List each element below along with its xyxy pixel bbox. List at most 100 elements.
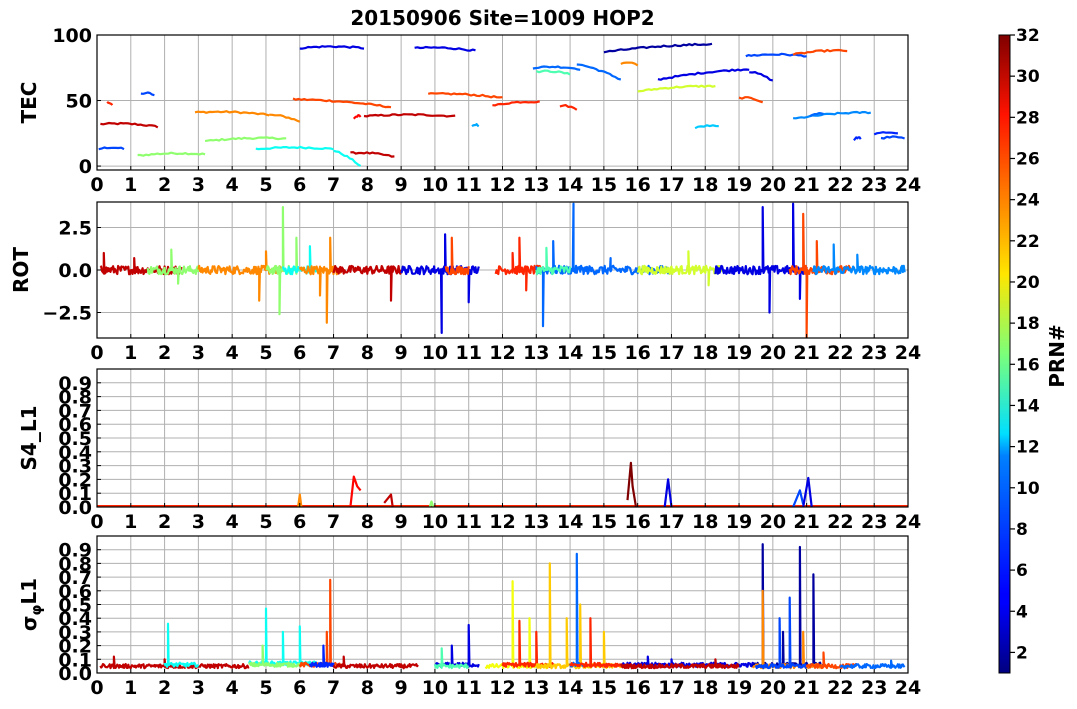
series-line-prn-8	[535, 202, 582, 328]
y-tick-label: 0.0	[58, 260, 92, 282]
x-tick-label: 15	[591, 174, 617, 196]
x-tick-label: 2	[158, 174, 171, 196]
x-tick-label: 14	[557, 342, 583, 364]
x-tick-label: 14	[557, 174, 583, 196]
x-tick-label: 19	[726, 342, 752, 364]
x-tick-label: 7	[327, 677, 340, 699]
tec-rot-s4-sigma-chart: 0 1 2 3 4 5 6 7 8 9 10 11 12 13 14 15 16 17 18 19 20 21 22 23 24…	[9, 6, 1069, 699]
x-tick-label: 3	[192, 511, 205, 533]
colorbar-tick-label: 26	[1016, 149, 1040, 169]
colorbar-tick-label: 16	[1016, 355, 1040, 375]
y-axis-label: S4_L1	[17, 406, 41, 471]
x-tick-label: 8	[361, 174, 374, 196]
colorbar-gradient	[998, 34, 1011, 674]
x-tick-label: 24	[895, 342, 921, 364]
x-tick-label: 5	[259, 511, 272, 533]
x-tick-label: 22	[827, 342, 853, 364]
x-tick-label: 4	[226, 174, 239, 196]
x-tick-label: 2	[158, 677, 171, 699]
x-tick-label: 22	[827, 174, 853, 196]
x-tick-label: 8	[361, 677, 374, 699]
colorbar-tick-label: 2	[1016, 643, 1028, 663]
series-line-prn-9	[793, 110, 871, 120]
x-tick-label: 4	[226, 342, 239, 364]
colorbar-tick-label: 4	[1016, 602, 1028, 622]
x-tick-label: 10	[422, 677, 448, 699]
series-line-prn-30	[350, 151, 395, 158]
x-tick-label: 24	[895, 174, 921, 196]
x-tick-label: 5	[259, 174, 272, 196]
series-line-prn-13	[248, 607, 317, 667]
x-tick-label: 17	[658, 511, 684, 533]
x-tick-label: 7	[327, 174, 340, 196]
x-tick-label: 16	[624, 677, 650, 699]
panel-1: 0 1 2 3 4 5 6 7 8 9 10 11 12 13 14 15 16 17 18 19 20 21 22 23 24…	[17, 6, 921, 196]
panel-2: 0 1 2 3 4 5 6 7 8 9 10 11 12 13 14 15 16 17 18 19 20 21 22 23 24…	[9, 201, 921, 364]
x-tick-label: 11	[455, 174, 481, 196]
series-line-prn-27	[492, 100, 541, 107]
series-line-prn-13	[255, 145, 334, 151]
x-tick-label: 21	[793, 174, 819, 196]
x-tick-label: 23	[861, 677, 887, 699]
x-tick-label: 18	[692, 342, 718, 364]
series-line-prn-24	[298, 236, 342, 324]
chart-title: 20150906 Site=1009 HOP2	[350, 6, 654, 30]
series-line-prn-4	[400, 233, 480, 334]
colorbar-tick-label: 12	[1016, 438, 1040, 458]
x-tick-label: 15	[591, 342, 617, 364]
x-tick-label: 20	[760, 342, 786, 364]
x-tick-label: 3	[192, 677, 205, 699]
x-tick-label: 0	[90, 511, 103, 533]
series-line-prn-17	[265, 206, 301, 316]
x-tick-label: 21	[793, 342, 819, 364]
series-line-prn-27	[559, 104, 578, 111]
x-tick-label: 10	[422, 174, 448, 196]
x-tick-label: 5	[259, 677, 272, 699]
x-tick-label: 12	[489, 511, 515, 533]
x-tick-label: 4	[226, 511, 239, 533]
x-tick-label: 6	[293, 174, 306, 196]
x-tick-label: 13	[523, 677, 549, 699]
panel-3: 0 1 2 3 4 5 6 7 8 9 10 11 12 13 14 15 16 17 18 19 20 21 22 23 24…	[17, 368, 921, 533]
colorbar-tick-label: 20	[1016, 273, 1040, 293]
x-tick-label: 10	[422, 511, 448, 533]
series-line-prn-4	[299, 45, 365, 50]
x-tick-label: 23	[861, 174, 887, 196]
series-line-prn-27	[106, 101, 114, 106]
x-tick-label: 7	[327, 342, 340, 364]
series-line-prn-24	[197, 250, 284, 302]
x-tick-label: 9	[395, 174, 408, 196]
y-tick-label: 50	[66, 91, 92, 113]
series-line-prn-6	[853, 136, 862, 141]
x-tick-label: 2	[158, 342, 171, 364]
series-line-prn-22	[535, 562, 622, 670]
colorbar-tick-label: 30	[1016, 67, 1040, 87]
series-line-prn-19	[637, 84, 716, 93]
x-tick-label: 1	[124, 677, 137, 699]
x-tick-label: 12	[489, 342, 515, 364]
x-tick-label: 15	[591, 511, 617, 533]
x-tick-label: 18	[692, 511, 718, 533]
x-tick-label: 19	[726, 511, 752, 533]
series-line-prn-27	[501, 619, 555, 668]
colorbar-tick-label: 18	[1016, 314, 1040, 334]
series-line-prn-8	[532, 65, 581, 71]
x-tick-label: 8	[361, 342, 374, 364]
series-line-prn-26	[444, 236, 470, 276]
series-line-prn-30	[332, 655, 419, 670]
colorbar-tick-label: 6	[1016, 561, 1028, 581]
x-tick-label: 18	[692, 174, 718, 196]
x-tick-label: 12	[489, 174, 515, 196]
series-line-prn-4	[749, 71, 774, 82]
y-tick-label: 0.9	[58, 540, 92, 562]
x-tick-label: 13	[523, 174, 549, 196]
series-line-prn-24	[620, 61, 639, 67]
x-tick-label: 0	[90, 677, 103, 699]
series-line-prn-15	[535, 69, 571, 76]
x-tick-label: 24	[895, 677, 921, 699]
x-tick-label: 19	[726, 677, 752, 699]
y-axis-label: ROT	[9, 247, 33, 293]
series-line-prn-7	[140, 91, 155, 97]
series-line-prn-26	[427, 92, 503, 99]
colorbar-label: PRN#	[1045, 324, 1069, 388]
